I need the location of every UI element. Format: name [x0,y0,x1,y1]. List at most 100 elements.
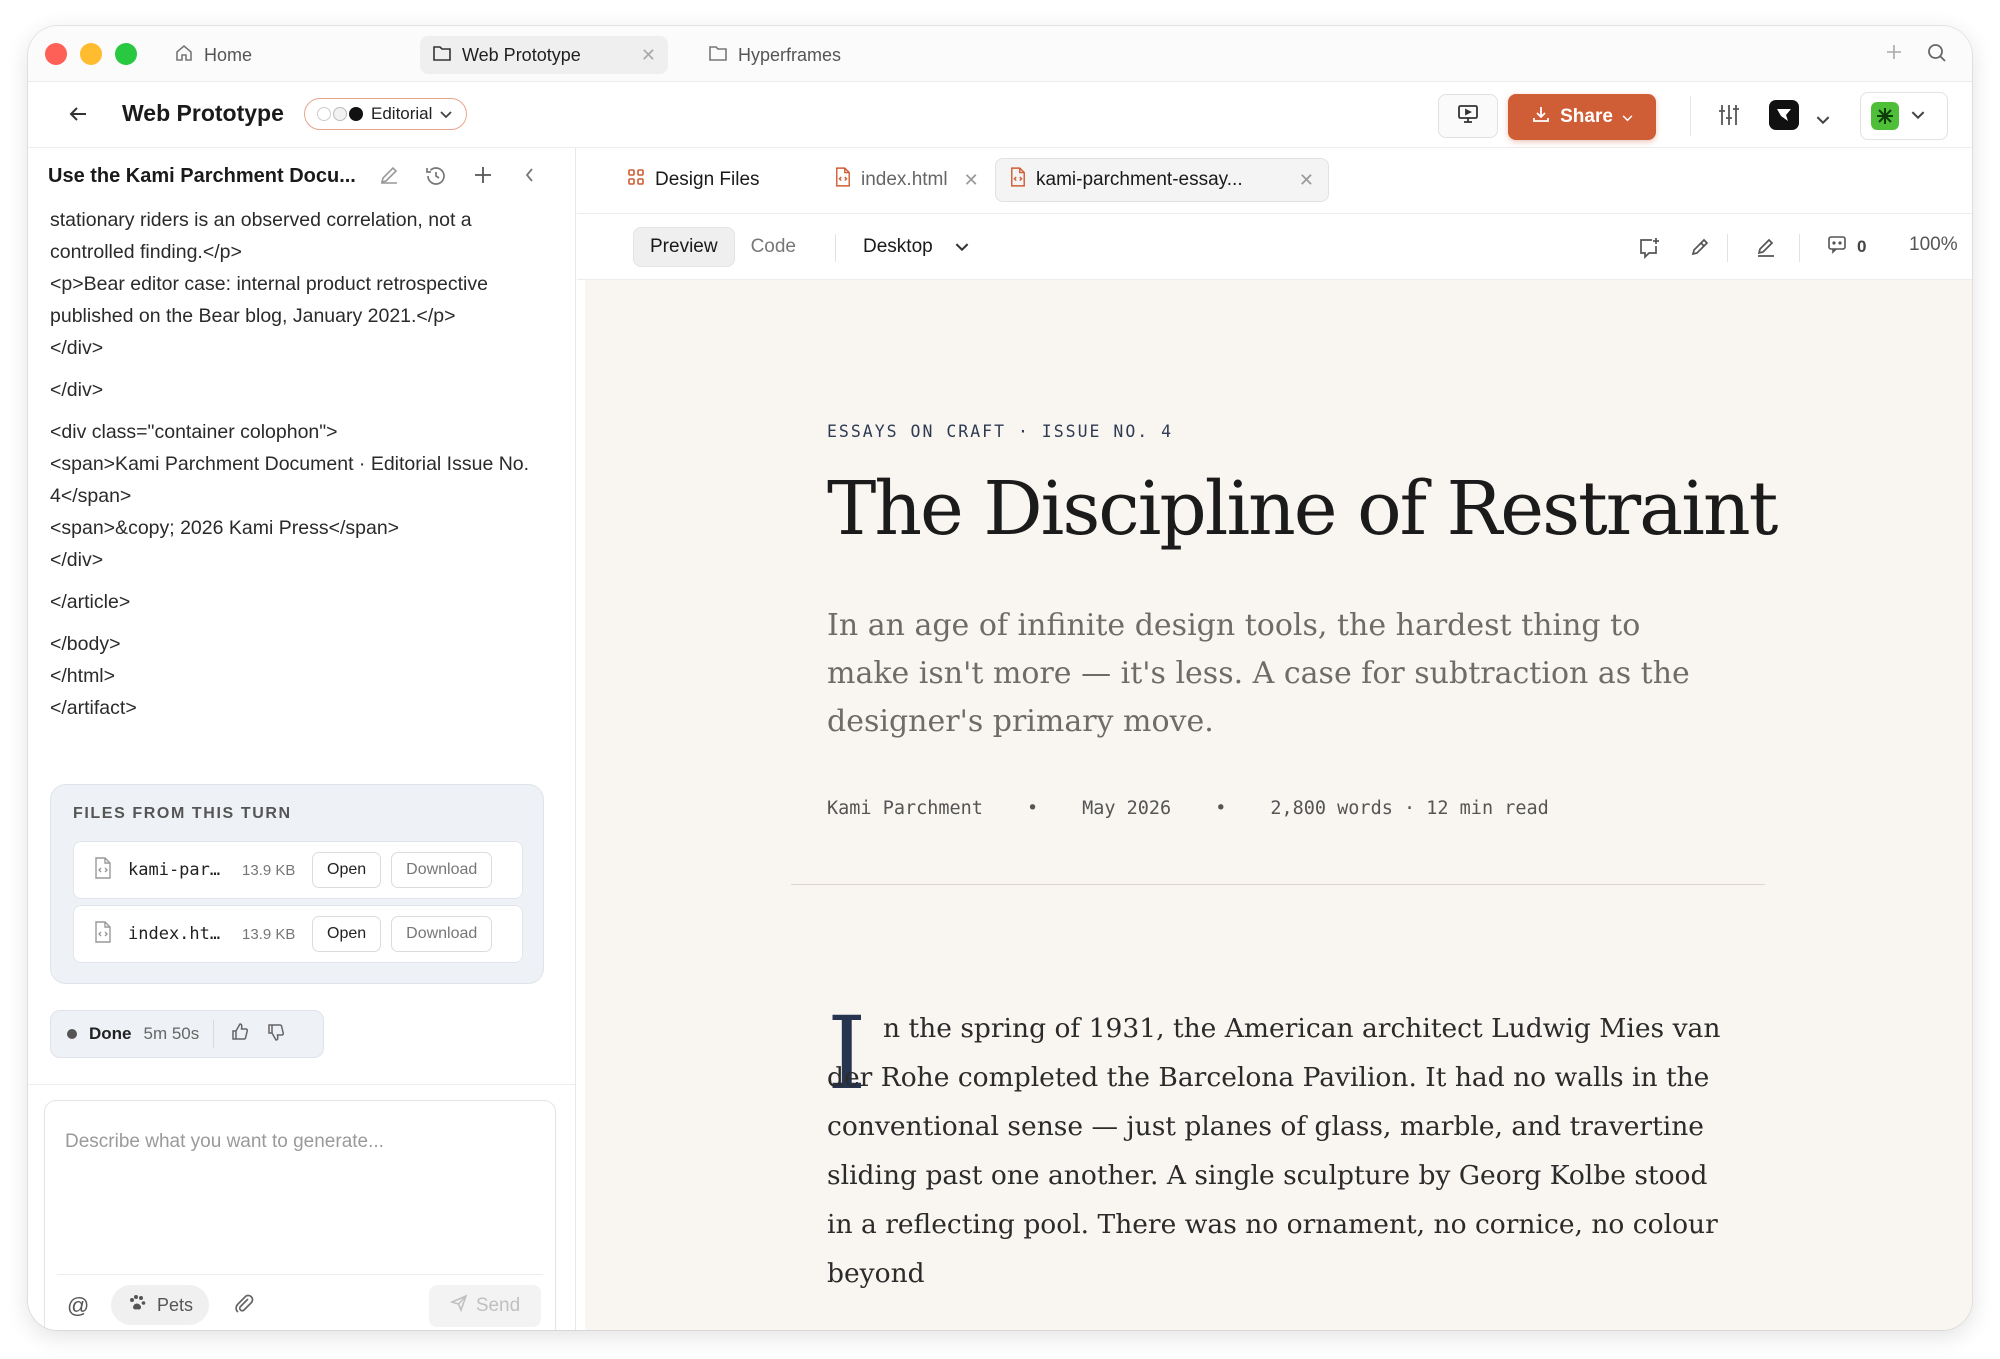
file-size: 13.9 KB [242,861,296,879]
close-tab-icon[interactable]: ✕ [641,45,656,66]
tab-index-html[interactable]: index.html ✕ [821,158,993,202]
close-window-button[interactable] [45,43,67,65]
chevron-down-icon [955,236,969,258]
divider [1727,234,1728,262]
send-label: Send [475,1295,521,1316]
app-window: Home Web Prototype ✕ Hyperframes Web Pro… [28,26,1972,1330]
divider [28,1084,576,1085]
preview-tab[interactable]: Preview [633,227,735,267]
download-file-button[interactable]: Download [391,916,493,952]
presentation-icon [1456,103,1480,130]
home-icon [174,43,194,68]
share-label: Share [1560,106,1613,127]
prompt-composer[interactable]: Describe what you want to generate... @ … [44,1100,556,1330]
maximize-window-button[interactable] [115,43,137,65]
zoom-level[interactable]: 100% [1909,234,1958,256]
chevron-down-icon [1622,106,1633,128]
open-file-button[interactable]: Open [312,852,382,888]
chevron-down-icon[interactable] [1816,112,1830,130]
article-date: May 2026 [1082,798,1172,819]
account-menu-button[interactable] [1860,92,1948,140]
open-file-button[interactable]: Open [312,916,382,952]
history-icon[interactable] [424,164,448,193]
comments-counter[interactable]: 0 [1827,234,1866,259]
top-toolbar: Web Prototype Editorial Share [28,82,1972,148]
project-title: Web Prototype [122,100,284,126]
sliders-icon[interactable] [1716,102,1742,133]
tab-label: Design Files [655,169,760,190]
document-preview: ESSAYS ON CRAFT · ISSUE NO. 4 The Discip… [585,280,1972,1330]
app-logo-icon[interactable] [1769,100,1799,130]
collapse-panel-icon[interactable] [520,164,540,191]
pets-button[interactable]: Pets [111,1285,210,1325]
thumbs-up-icon[interactable] [230,1022,250,1047]
edit-icon[interactable] [378,164,400,191]
draw-icon[interactable] [1689,236,1711,263]
add-comment-icon[interactable] [1637,236,1661,265]
file-name: kami-par… [128,860,221,880]
file-size: 13.9 KB [242,925,296,943]
device-label: Desktop [863,236,933,257]
meta-separator: • [1215,798,1227,819]
new-chat-icon[interactable] [472,164,494,191]
avatar [1871,102,1899,130]
window-tab-label: Web Prototype [462,44,581,65]
message-code-output: stationary riders is an observed correla… [50,204,550,734]
chat-panel: Use the Kami Parchment Docu... stationar… [28,148,576,1330]
code-block: <div class="container colophon"> <span>K… [50,421,530,571]
article-meta: Kami Parchment • May 2026 • 2,800 words … [827,798,1549,819]
window-tab-home[interactable]: Home [162,36,264,74]
tab-design-files[interactable]: Design Files [613,158,774,202]
chevron-down-icon [1911,107,1925,125]
tab-kami-parchment-essay[interactable]: kami-parchment-essay... ✕ [995,158,1329,202]
share-button[interactable]: Share [1508,94,1656,140]
tab-label: kami-parchment-essay... [1036,169,1243,190]
divider [57,1274,543,1275]
status-duration: 5m 50s [143,1024,200,1043]
article-dek: In an age of infinite design tools, the … [827,608,1690,739]
prompt-input-placeholder[interactable]: Describe what you want to generate... [65,1131,384,1153]
minimize-window-button[interactable] [80,43,102,65]
close-tab-icon[interactable]: ✕ [1299,170,1314,191]
edit-icon[interactable] [1755,236,1777,263]
chat-header: Use the Kami Parchment Docu... [28,148,575,204]
back-arrow-icon[interactable] [66,102,90,131]
device-selector[interactable]: Desktop [853,227,979,267]
style-label: Editorial [371,104,433,123]
window-tab-web-prototype[interactable]: Web Prototype ✕ [420,36,668,74]
chevron-down-icon [440,104,453,124]
section-divider [791,884,1765,885]
divider [1799,234,1800,262]
title-bar: Home Web Prototype ✕ Hyperframes [28,26,1972,82]
pets-label: Pets [157,1294,194,1315]
paw-icon [127,1293,147,1318]
window-tab-hyperframes[interactable]: Hyperframes [696,36,853,74]
view-mode-toggle: Preview Code [633,227,812,267]
thumbs-down-icon[interactable] [266,1022,286,1047]
comment-icon [1827,234,1847,259]
generation-status: Done 5m 50s [50,1010,324,1058]
files-from-turn-card: FILES FROM THIS TURN kami-par… 13.9 KB O… [50,784,544,984]
code-block: </body> </html> </artifact> [50,633,137,719]
file-code-icon [835,167,851,193]
search-icon[interactable] [1926,42,1948,69]
file-code-icon [1010,167,1026,193]
attach-icon[interactable] [233,1293,255,1320]
file-row: index.ht… 13.9 KB Open Download [73,905,523,963]
code-tab[interactable]: Code [735,227,812,267]
download-file-button[interactable]: Download [391,852,493,888]
preview-panel: Design Files index.html ✕ kami-parchment… [577,148,1972,1330]
send-button[interactable]: Send [429,1285,541,1327]
style-selector[interactable]: Editorial [304,98,468,130]
style-swatch-icon [317,107,363,121]
present-button[interactable] [1438,94,1498,138]
file-name: index.ht… [128,924,221,944]
mention-button[interactable]: @ [67,1293,89,1319]
close-tab-icon[interactable]: ✕ [964,170,979,191]
new-tab-icon[interactable] [1884,42,1904,67]
folder-icon [708,44,728,67]
article-author: Kami Parchment [827,798,983,819]
meta-separator: • [1026,798,1039,819]
folder-icon [432,44,452,67]
send-icon [449,1294,468,1318]
